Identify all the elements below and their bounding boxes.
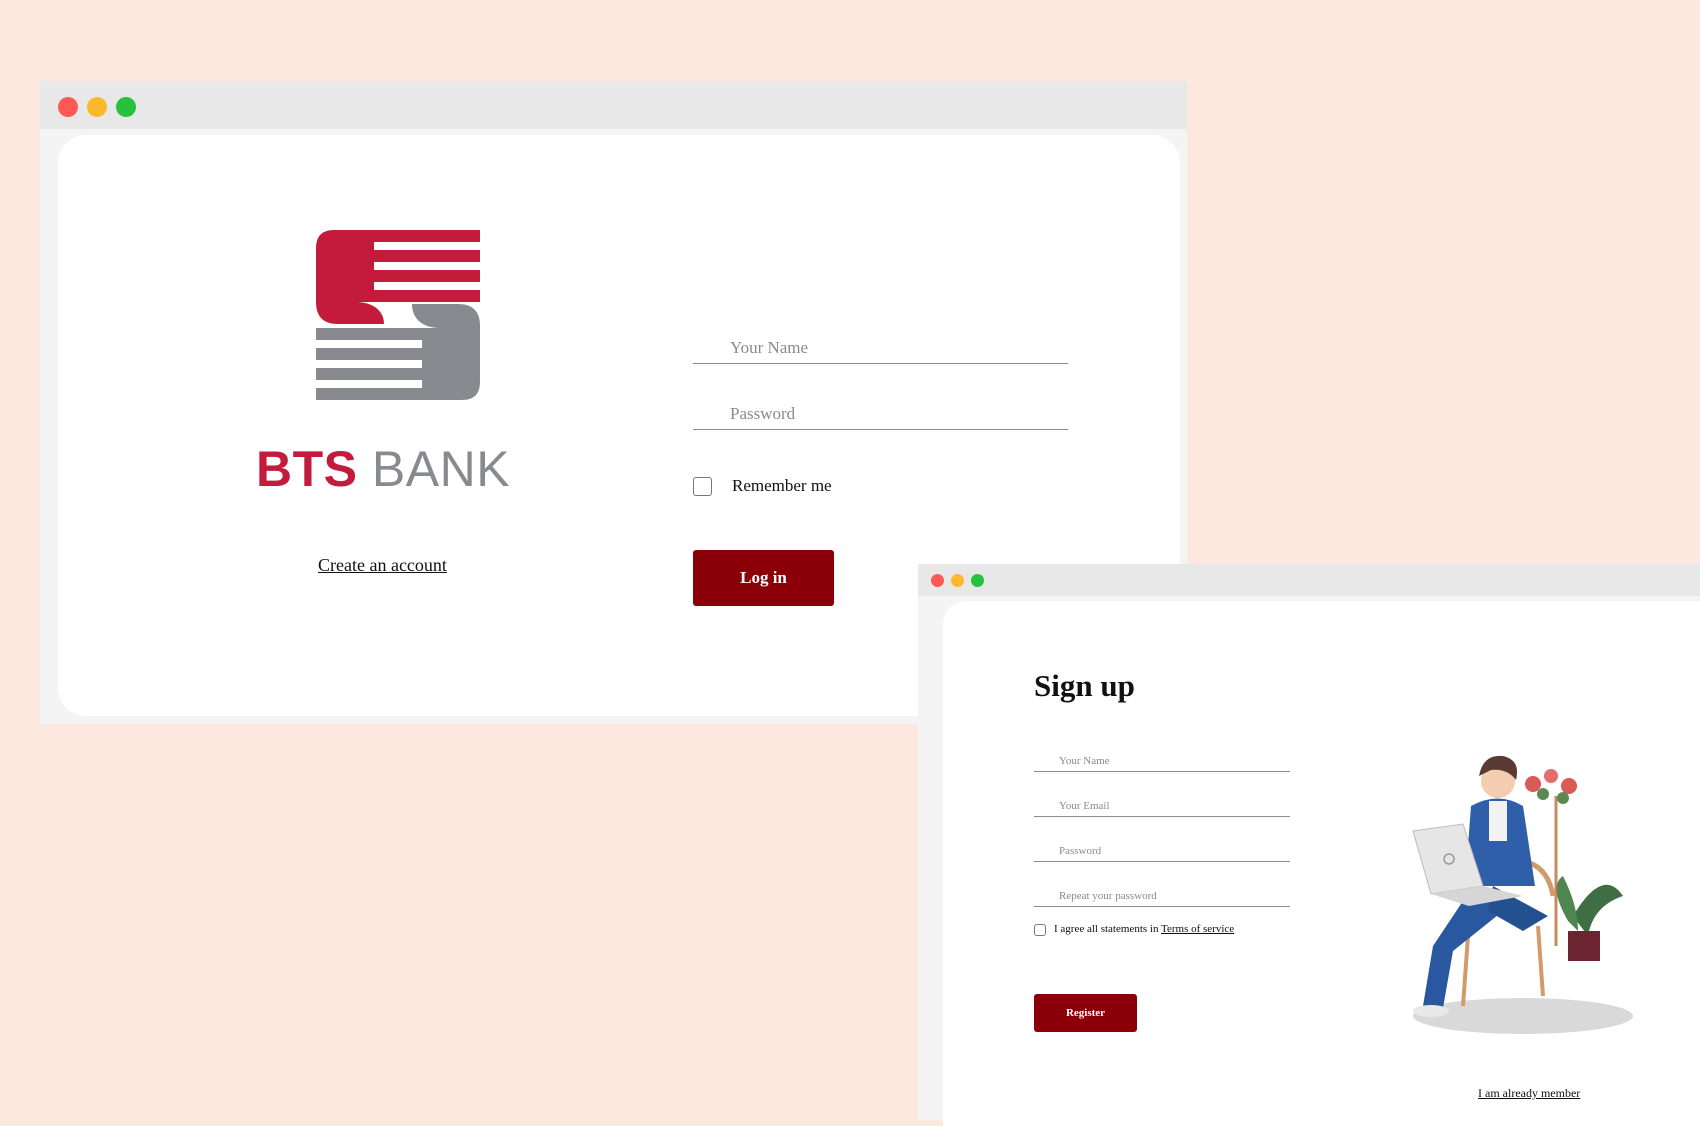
minimize-window-button[interactable] xyxy=(951,574,964,587)
already-member-link[interactable]: I am already member xyxy=(1478,1086,1580,1101)
signup-name-input[interactable] xyxy=(1034,741,1290,771)
wordmark-bank: BANK xyxy=(371,441,511,497)
signup-repeat-password-field xyxy=(1034,876,1290,907)
signup-window-titlebar xyxy=(918,564,1700,596)
agree-terms-checkbox[interactable] xyxy=(1034,924,1046,936)
signup-window-body: Sign up I agree all statements in Terms … xyxy=(918,596,1700,1126)
login-button[interactable]: Log in xyxy=(693,550,834,606)
signup-email-input[interactable] xyxy=(1034,786,1290,816)
create-account-link[interactable]: Create an account xyxy=(318,555,447,576)
close-window-button[interactable] xyxy=(58,97,78,117)
signup-card: Sign up I agree all statements in Terms … xyxy=(943,601,1700,1126)
login-password-field xyxy=(693,391,1068,430)
login-name-field xyxy=(693,325,1068,364)
wordmark-bts: BTS xyxy=(256,441,358,497)
signup-repeat-password-input[interactable] xyxy=(1034,876,1290,906)
person-with-laptop-illustration xyxy=(1412,755,1633,1034)
signup-password-field xyxy=(1034,831,1290,862)
agree-terms-label: I agree all statements in Terms of servi… xyxy=(1054,923,1234,935)
terms-of-service-link[interactable]: Terms of service xyxy=(1161,923,1234,935)
bts-bank-logo-icon xyxy=(316,230,480,400)
login-name-input[interactable] xyxy=(693,325,1068,363)
signup-password-input[interactable] xyxy=(1034,831,1290,861)
close-window-button[interactable] xyxy=(931,574,944,587)
minimize-window-button[interactable] xyxy=(87,97,107,117)
signup-window: Sign up I agree all statements in Terms … xyxy=(918,564,1700,1126)
bank-wordmark: BTS BANK xyxy=(256,440,516,498)
maximize-window-button[interactable] xyxy=(116,97,136,117)
maximize-window-button[interactable] xyxy=(971,574,984,587)
agree-terms-prefix: I agree all statements in xyxy=(1054,923,1162,935)
login-window-titlebar xyxy=(40,81,1187,129)
remember-me-checkbox[interactable] xyxy=(693,477,712,496)
remember-me-label: Remember me xyxy=(732,476,832,495)
signup-name-field xyxy=(1034,741,1290,772)
register-button[interactable]: Register xyxy=(1034,994,1137,1032)
signup-email-field xyxy=(1034,786,1290,817)
login-password-input[interactable] xyxy=(693,391,1068,429)
signup-title: Sign up xyxy=(1034,668,1135,703)
